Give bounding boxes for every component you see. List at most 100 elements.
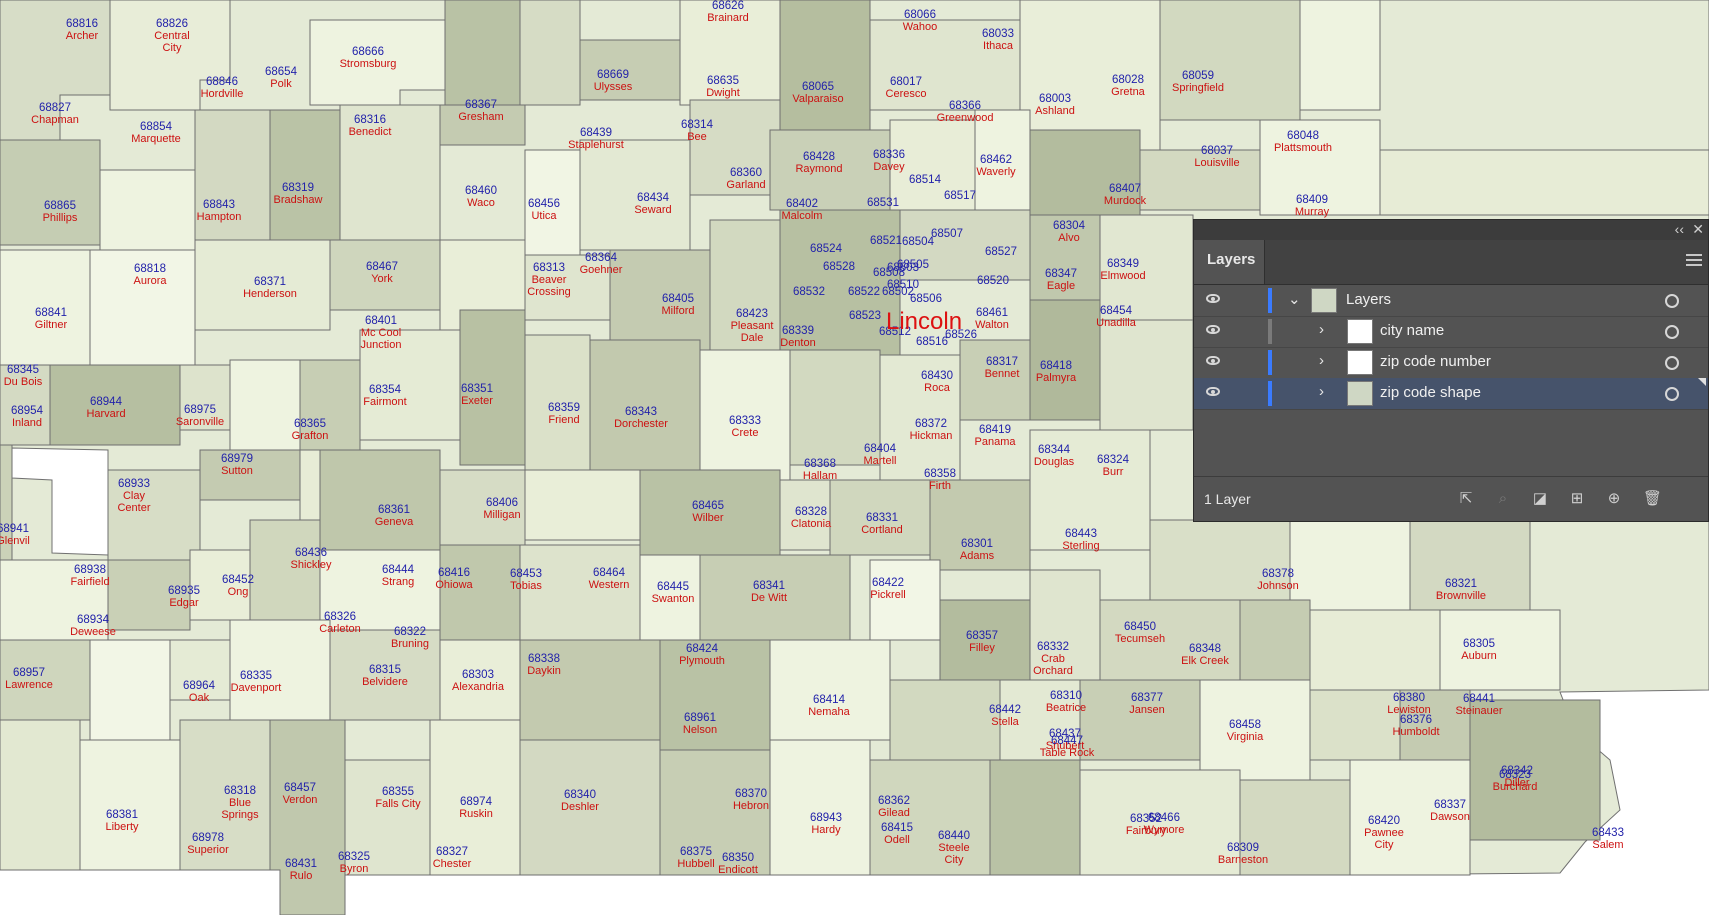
chevron-right-icon[interactable]: › — [1319, 321, 1324, 338]
new-layer-icon[interactable]: ⊕ — [1606, 491, 1622, 507]
clipping-mask-icon[interactable]: ◪ — [1532, 491, 1548, 507]
city-name-label: Ithaca — [983, 40, 1014, 52]
zip-number-label: 68461 — [976, 307, 1008, 319]
layer-color-stripe — [1268, 288, 1272, 313]
city-name-label: Auburn — [1461, 650, 1496, 662]
city-name-label: Hampton — [197, 211, 242, 223]
zip-number-label: 68944 — [90, 396, 123, 408]
city-name-label: Milligan — [483, 509, 520, 521]
zip-number-label: 68314 — [681, 119, 714, 131]
zip-number-label: 68033 — [982, 28, 1014, 40]
city-name-label: Lawrence — [5, 679, 53, 691]
zip-number-label: 68506 — [910, 293, 942, 305]
zip-number-label: 68003 — [1039, 93, 1071, 105]
chevron-right-icon[interactable]: › — [1319, 383, 1324, 400]
city-name-label: Ashland — [1035, 105, 1075, 117]
city-name-label: Benedict — [349, 126, 392, 138]
city-name-label: Martell — [863, 455, 896, 467]
city-name-label: Deweese — [70, 626, 116, 638]
zip-number-label: 68452 — [222, 574, 254, 586]
city-name-label: Edgar — [169, 597, 199, 609]
target-circle-icon[interactable] — [1665, 356, 1679, 370]
zip-number-label: 68333 — [729, 415, 761, 427]
tab-layers[interactable]: Layers — [1194, 240, 1265, 284]
city-name-label: Pleasant — [731, 320, 774, 332]
panel-menu-icon[interactable] — [1686, 254, 1702, 269]
zip-number-label: 68415 — [881, 822, 913, 834]
layer-row-zip-code-shape[interactable]: › zip code shape — [1194, 378, 1708, 410]
visibility-eye-icon[interactable] — [1206, 356, 1220, 365]
zip-number-label: 68364 — [585, 252, 618, 264]
zip-number-label: 68827 — [39, 102, 71, 114]
city-name-label: Plymouth — [679, 655, 725, 667]
zip-number-label: 68974 — [460, 796, 493, 808]
zip-number-label: 68341 — [753, 580, 785, 592]
zip-number-label: 68322 — [394, 626, 426, 638]
layer-name[interactable]: city name — [1380, 322, 1444, 339]
visibility-eye-icon[interactable] — [1206, 387, 1220, 396]
city-name-label: Stella — [991, 716, 1019, 728]
target-circle-icon[interactable] — [1665, 387, 1679, 401]
zip-number-label: 68357 — [966, 630, 998, 642]
city-name-label: Du Bois — [4, 376, 43, 388]
city-name-label: Crossing — [527, 286, 570, 298]
city-name-label: Wymore — [1144, 824, 1185, 836]
zip-number-label: 68422 — [872, 577, 904, 589]
search-icon[interactable]: ⌕ — [1495, 491, 1511, 507]
layer-name[interactable]: Layers — [1346, 291, 1391, 308]
city-name-label: Deshler — [561, 801, 599, 813]
layer-row-city-name[interactable]: › city name — [1194, 316, 1708, 348]
zip-number-label: 68328 — [795, 506, 827, 518]
zip-number-label: 68028 — [1112, 74, 1144, 86]
visibility-eye-icon[interactable] — [1206, 325, 1220, 334]
zip-number-label: 68430 — [921, 370, 953, 382]
zip-number-label: 68378 — [1262, 568, 1294, 580]
city-name-label: Ohiowa — [435, 579, 473, 591]
layer-name[interactable]: zip code shape — [1380, 384, 1481, 401]
zip-number-label: 68635 — [707, 75, 739, 87]
zip-number-label: 68321 — [1445, 578, 1477, 590]
target-circle-icon[interactable] — [1665, 294, 1679, 308]
zip-number-label: 68466 — [1148, 812, 1180, 824]
city-name-label: Western — [589, 579, 630, 591]
layer-color-stripe — [1268, 319, 1272, 344]
export-icon[interactable]: ⇱ — [1458, 491, 1474, 507]
visibility-eye-icon[interactable] — [1206, 294, 1220, 303]
city-name-label: Unadilla — [1096, 317, 1137, 329]
city-name-label: Clatonia — [791, 518, 832, 530]
zip-number-label: 68316 — [354, 114, 386, 126]
city-name-label: Center — [117, 502, 150, 514]
zip-number-label: 68332 — [1037, 641, 1069, 653]
city-name-label: Endicott — [718, 864, 758, 876]
city-name-label: Waverly — [976, 166, 1016, 178]
layer-name[interactable]: zip code number — [1380, 353, 1491, 370]
zip-number-label: 68065 — [802, 81, 834, 93]
city-name-label: City — [163, 42, 182, 54]
city-name-label: Geneva — [375, 516, 414, 528]
city-name-label: Phillips — [43, 212, 78, 224]
layer-row-zip-code-number[interactable]: › zip code number — [1194, 347, 1708, 379]
chevron-down-icon[interactable]: ⌄ — [1288, 290, 1301, 308]
zip-number-label: 68532 — [793, 286, 825, 298]
city-name-label: Belvidere — [362, 676, 408, 688]
zip-number-label: 68326 — [324, 611, 356, 623]
layer-row-layers[interactable]: ⌄ Layers — [1194, 285, 1708, 317]
zip-number-label: 68351 — [461, 383, 493, 395]
city-name-label: Milford — [661, 305, 694, 317]
zip-number-label: 68343 — [625, 406, 657, 418]
collapse-panel-icon[interactable]: ‹‹ — [1675, 221, 1684, 237]
zip-number-label: 68372 — [915, 418, 947, 430]
city-name-label: Steinauer — [1455, 705, 1502, 717]
zip-number-label: 68975 — [184, 404, 216, 416]
chevron-right-icon[interactable]: › — [1319, 352, 1324, 369]
city-name-label: Hickman — [910, 430, 953, 442]
trash-icon[interactable]: 🗑 — [1643, 491, 1662, 507]
new-sublayer-icon[interactable]: ⊞ — [1569, 491, 1585, 507]
zip-number-label: 68464 — [593, 567, 626, 579]
close-icon[interactable]: ✕ — [1692, 221, 1704, 238]
city-name-label: Ceresco — [886, 88, 927, 100]
zip-number-label: 68527 — [985, 246, 1017, 258]
city-name-label: Gilead — [878, 807, 910, 819]
city-name-label: Filley — [969, 642, 995, 654]
target-circle-icon[interactable] — [1665, 325, 1679, 339]
